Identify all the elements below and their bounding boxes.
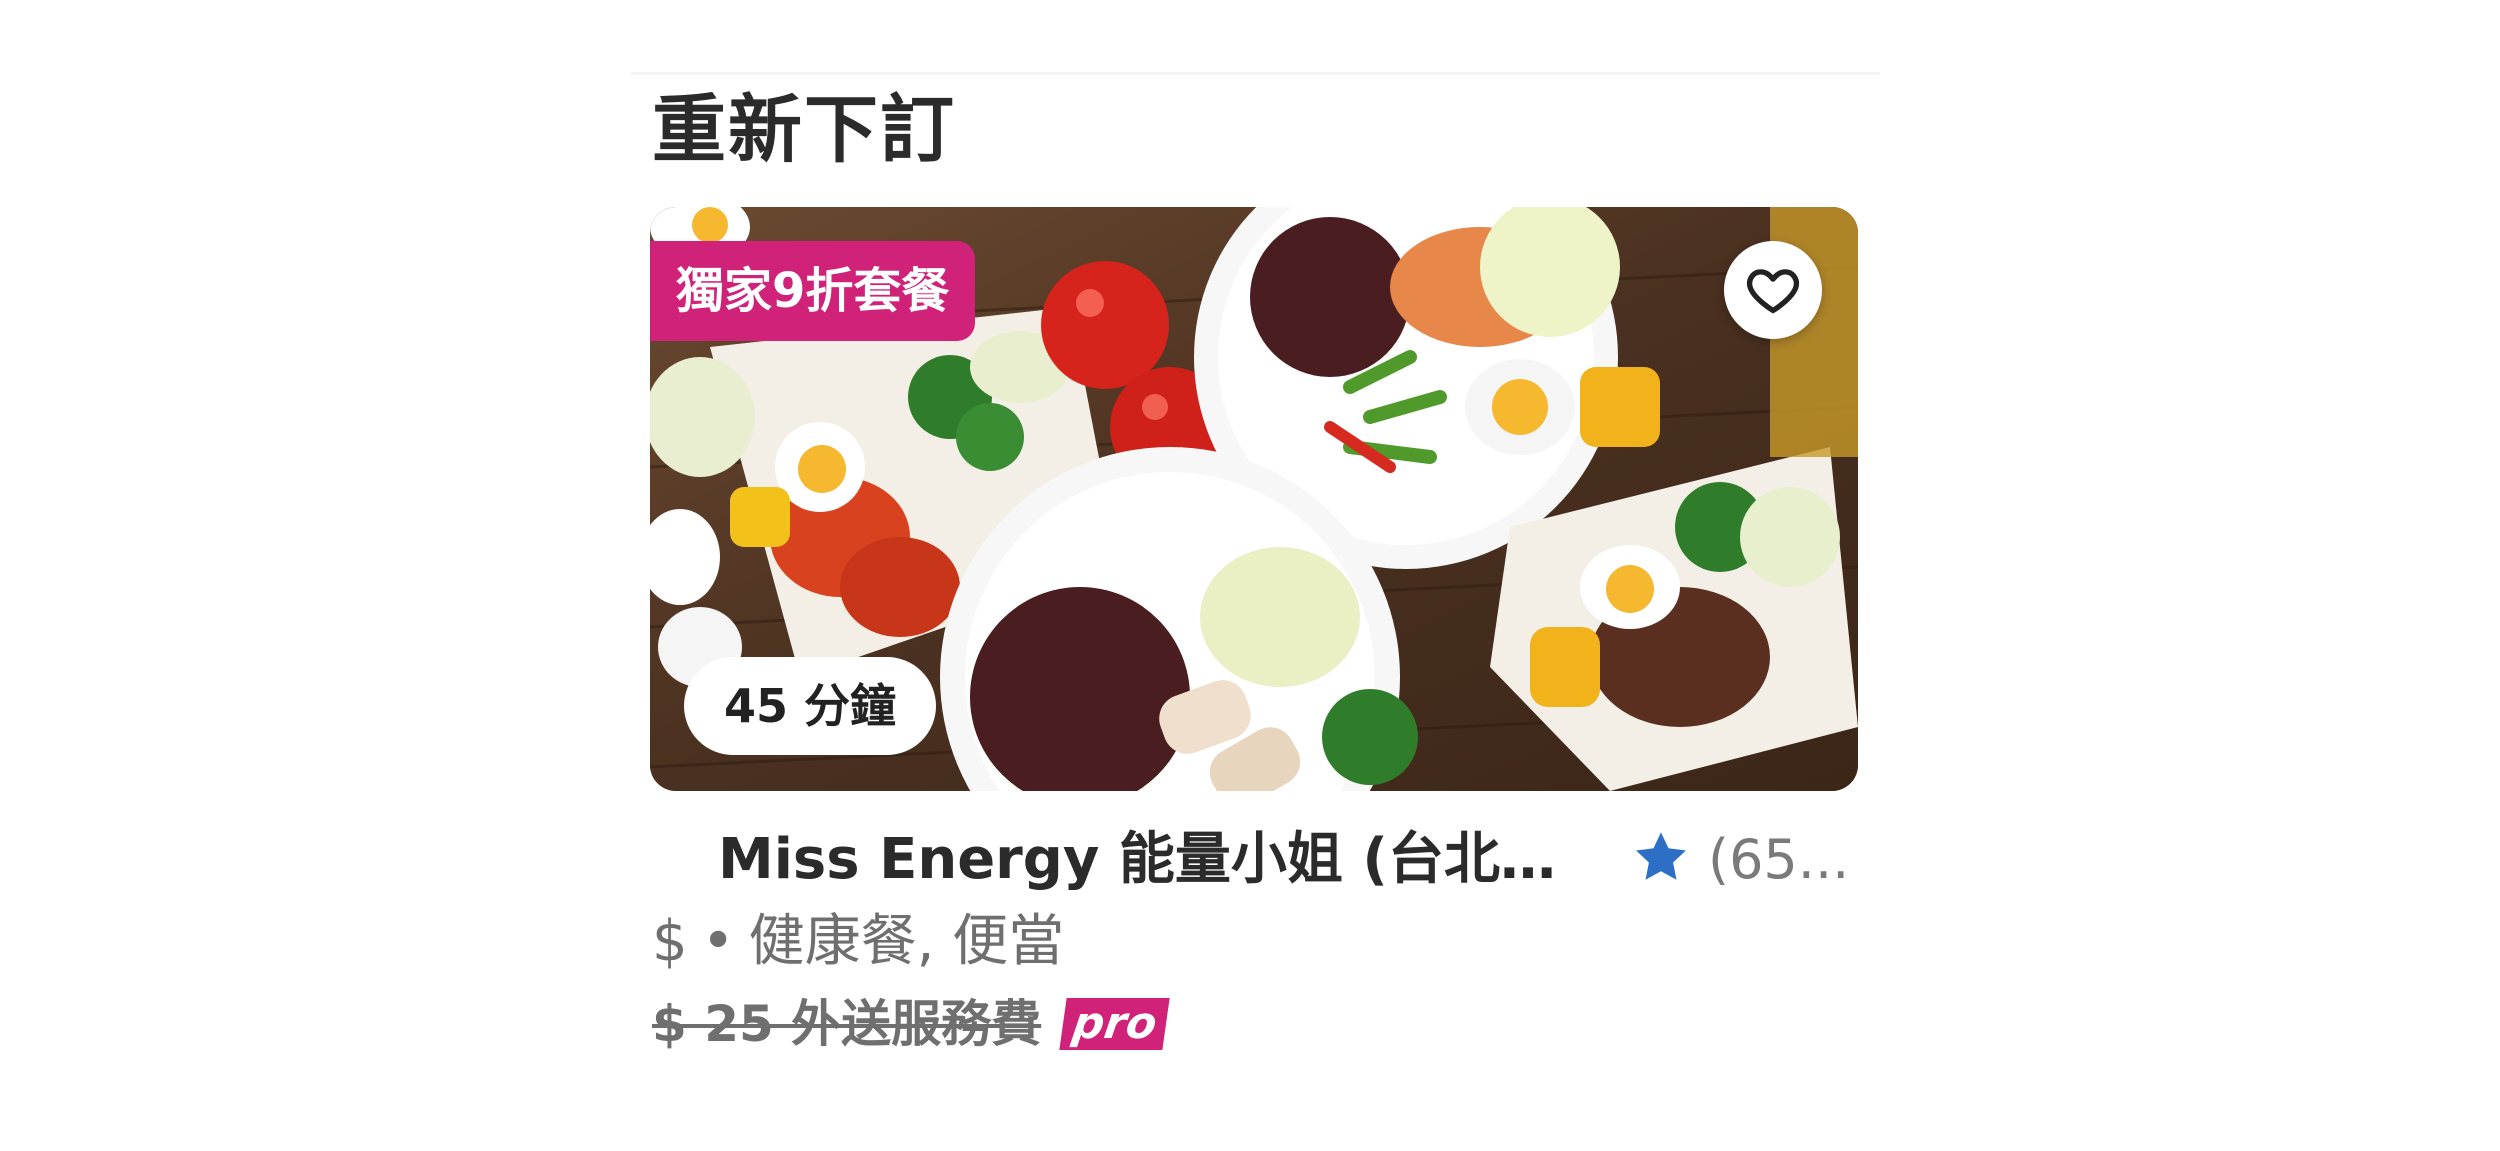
promo-badge: 獨家9折套餐 bbox=[650, 241, 976, 341]
price-level: $ bbox=[652, 909, 688, 974]
cuisine-tags: 健康餐, 便當 bbox=[748, 909, 1065, 974]
rating-count: (65... bbox=[1708, 828, 1850, 891]
top-divider bbox=[630, 72, 1880, 75]
section-title: 重新下訂 bbox=[652, 87, 956, 173]
delivery-fee-line: $ 25 外送服務費 pro bbox=[652, 988, 1171, 1060]
store-meta: $ • 健康餐, 便當 bbox=[652, 902, 1064, 982]
pro-badge: pro bbox=[1059, 998, 1171, 1050]
delivery-time-badge: 45 分鐘 bbox=[684, 657, 937, 755]
store-name[interactable]: Miss Energy 能量小姐 (台北錦... bbox=[718, 820, 1598, 900]
star-icon bbox=[1636, 832, 1686, 880]
delivery-fee: $ 25 外送服務費 bbox=[652, 995, 1042, 1053]
restaurant-card[interactable]: 獨家9折套餐 45 分鐘 bbox=[650, 207, 1858, 791]
meta-separator: • bbox=[701, 909, 735, 974]
heart-outline-icon bbox=[1747, 269, 1799, 314]
favorite-button[interactable] bbox=[1724, 241, 1822, 339]
